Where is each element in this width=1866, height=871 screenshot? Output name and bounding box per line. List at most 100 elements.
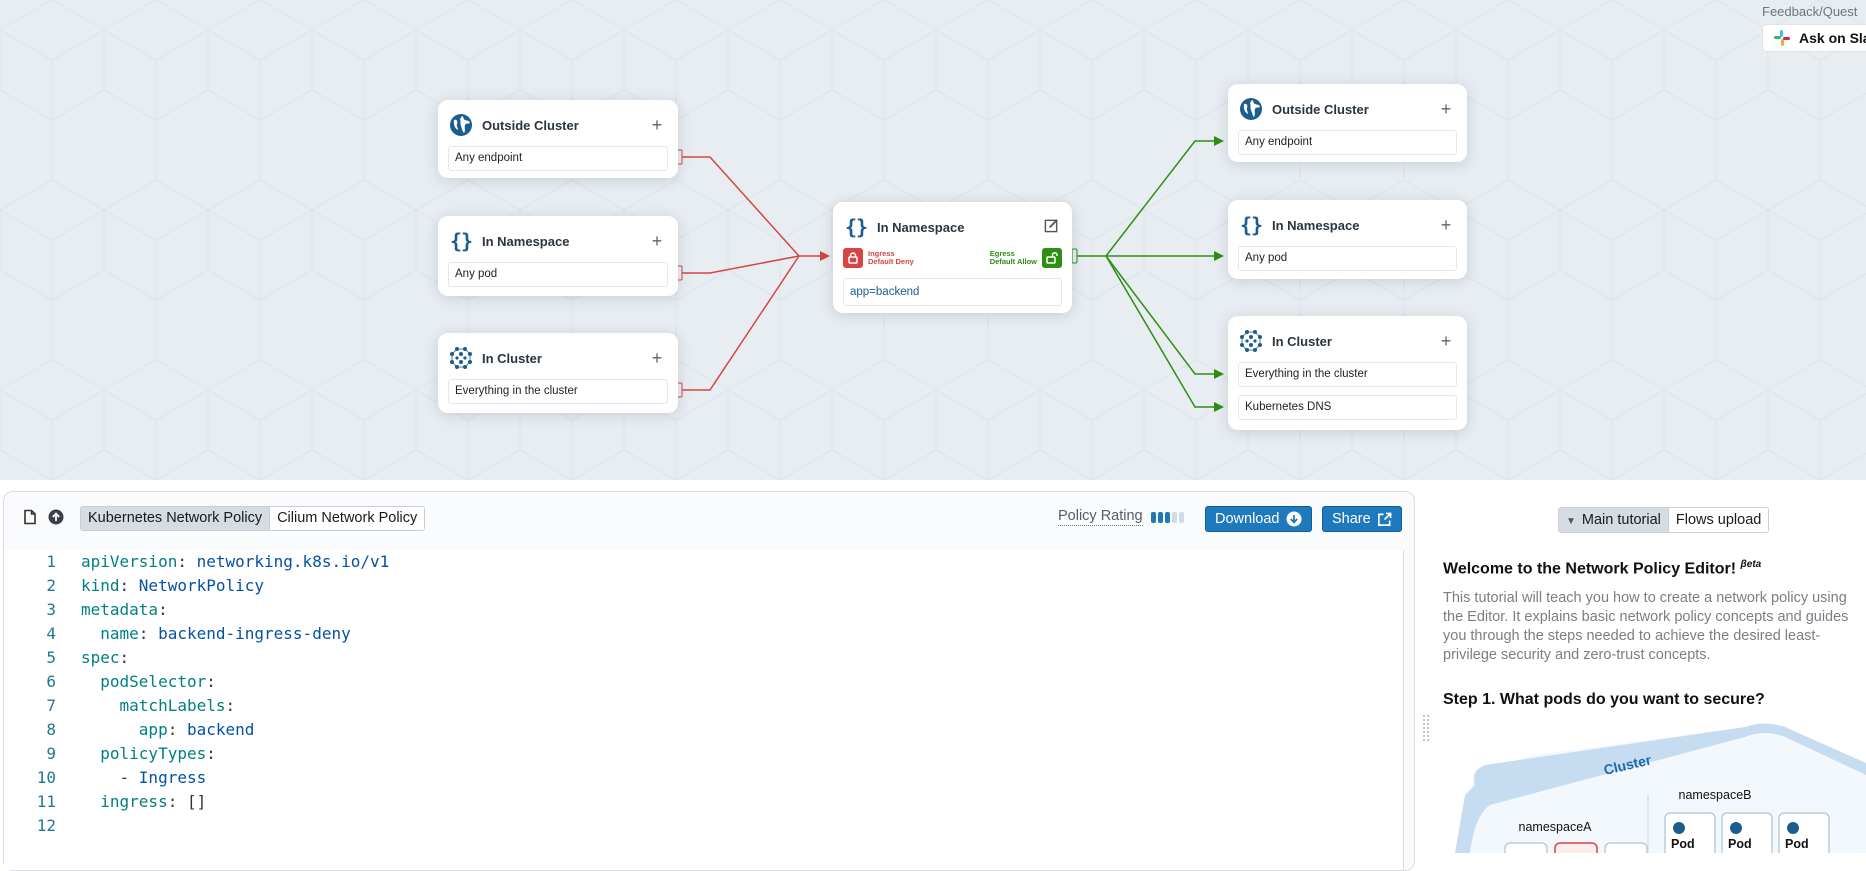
line-content: name: backend-ingress-deny [100, 624, 351, 643]
add-rule-button[interactable]: + [1435, 331, 1457, 352]
ingress-default-deny-toggle[interactable]: Ingress Default Deny [843, 248, 914, 268]
sidebar-resize-handle[interactable] [1423, 715, 1431, 745]
code-line[interactable]: 6 podSelector: [4, 670, 1403, 694]
pod-label: Pod [1785, 837, 1809, 851]
pod-b-1: Pod [1664, 812, 1716, 853]
code-line[interactable]: 2 kind: NetworkPolicy [4, 574, 1403, 598]
card-title: In Namespace [1272, 217, 1360, 233]
namespace-braces-icon: {} [449, 229, 473, 253]
cluster-icon [448, 345, 474, 371]
rule-item[interactable]: Any endpoint [1238, 130, 1457, 155]
illustration-namespace-b: namespaceB [1679, 788, 1752, 802]
ingress-card-outside-cluster[interactable]: Outside Cluster + Any endpoint [438, 100, 678, 178]
edit-icon[interactable] [1040, 217, 1062, 238]
rule-item[interactable]: Any pod [448, 262, 668, 287]
rule-item[interactable]: Kubernetes DNS [1238, 395, 1457, 420]
policy-graph-canvas[interactable]: Outside Cluster + Any endpoint {} In Nam… [0, 0, 1866, 480]
editor-toolbar: Kubernetes Network Policy Cilium Network… [4, 492, 1414, 542]
line-content: ingress: [] [100, 792, 207, 811]
code-line[interactable]: 11 ingress: [] [4, 790, 1403, 814]
cluster-illustration: Cluster namespaceA namespaceB Pod Pod Po… [1455, 723, 1866, 853]
add-rule-button[interactable]: + [646, 348, 668, 369]
add-rule-button[interactable]: + [646, 115, 668, 136]
line-content: spec: [81, 648, 139, 667]
share-button[interactable]: Share [1322, 506, 1402, 532]
code-line[interactable]: 4 name: backend-ingress-deny [4, 622, 1403, 646]
tutorial-step-heading: Step 1. What pods do you want to secure? [1443, 691, 1765, 708]
line-number: 4 [46, 624, 56, 643]
code-editor[interactable]: 1 apiVersion: networking.k8s.io/v1 2 kind: … [4, 550, 1404, 870]
slack-icon [1773, 29, 1791, 47]
card-title: In Namespace [482, 233, 570, 249]
download-button-label: Download [1215, 511, 1280, 527]
code-line[interactable]: 5 spec: [4, 646, 1403, 670]
tab-kubernetes-network-policy[interactable]: Kubernetes Network Policy [81, 507, 271, 530]
namespace-braces-icon: {} [844, 215, 868, 239]
new-file-icon[interactable] [22, 509, 38, 525]
line-content: app: backend [138, 720, 255, 739]
code-line[interactable]: 1 apiVersion: networking.k8s.io/v1 [4, 550, 1403, 574]
ingress-card-in-namespace[interactable]: {} In Namespace + Any pod [438, 216, 678, 296]
tab-flows-upload[interactable]: Flows upload [1668, 508, 1769, 532]
ask-on-slack-button[interactable]: Ask on Sla [1762, 24, 1866, 52]
download-icon [1286, 511, 1302, 527]
code-line[interactable]: 8 app: backend [4, 718, 1403, 742]
policy-rating[interactable]: Policy Rating [1058, 508, 1184, 526]
rule-item[interactable]: Any pod [1238, 246, 1457, 271]
egress-card-in-cluster[interactable]: In Cluster + Everything in the cluster K… [1228, 316, 1467, 430]
tab-cilium-network-policy[interactable]: Cilium Network Policy [270, 507, 425, 530]
tab-main-tutorial[interactable]: ▼ Main tutorial [1559, 508, 1669, 532]
upload-icon[interactable] [48, 509, 64, 525]
line-number: 10 [36, 768, 56, 787]
cluster-icon [1238, 328, 1264, 354]
line-content: apiVersion: networking.k8s.io/v1 [81, 552, 390, 571]
rating-bar-filled [1150, 511, 1156, 523]
rule-item[interactable]: Any endpoint [448, 146, 668, 171]
egress-status: Default Allow [989, 257, 1037, 266]
target-pod-card[interactable]: {} In Namespace Ingress Default Deny Egre… [833, 202, 1072, 313]
pod-label: Pod [1671, 837, 1695, 851]
code-line[interactable]: 3 metadata: [4, 598, 1403, 622]
line-content: kind: NetworkPolicy [81, 576, 265, 595]
yaml-editor-panel: Kubernetes Network Policy Cilium Network… [3, 491, 1415, 871]
rating-bar-filled [1164, 511, 1170, 523]
code-line[interactable]: 9 policyTypes: [4, 742, 1403, 766]
egress-card-in-namespace[interactable]: {} In Namespace + Any pod [1228, 200, 1467, 279]
rating-bar-empty [1178, 511, 1184, 523]
card-title: In Cluster [482, 350, 542, 366]
code-line[interactable]: 10 - Ingress [4, 766, 1403, 790]
slack-button-label: Ask on Sla [1799, 30, 1866, 46]
pod-b-2: Pod [1721, 812, 1773, 853]
add-rule-button[interactable]: + [646, 231, 668, 252]
rule-item[interactable]: Everything in the cluster [448, 379, 668, 404]
download-button[interactable]: Download [1205, 506, 1312, 532]
code-line[interactable]: 7 matchLabels: [4, 694, 1403, 718]
line-number: 2 [46, 576, 56, 595]
add-rule-button[interactable]: + [1435, 99, 1457, 120]
rule-item[interactable]: Everything in the cluster [1238, 362, 1457, 387]
egress-edges [1071, 136, 1224, 412]
ingress-edges [676, 149, 830, 398]
egress-card-outside-cluster[interactable]: Outside Cluster + Any endpoint [1228, 84, 1467, 162]
code-line[interactable]: 12 [4, 814, 1403, 838]
rating-bar-empty [1171, 511, 1177, 523]
pod-selector[interactable]: app=backend [843, 278, 1062, 306]
pod-a-3 [1604, 842, 1648, 853]
line-number: 7 [46, 696, 56, 715]
ingress-edge-outside [682, 156, 800, 257]
pod-a-1 [1504, 842, 1548, 853]
add-rule-button[interactable]: + [1435, 215, 1457, 236]
feedback-label: Feedback/Quest [1762, 4, 1858, 19]
egress-default-allow-toggle[interactable]: Egress Default Allow [990, 248, 1062, 268]
lock-closed-icon [843, 248, 863, 268]
ingress-card-in-cluster[interactable]: In Cluster + Everything in the cluster [438, 333, 678, 413]
external-link-icon [1377, 512, 1392, 527]
share-button-label: Share [1332, 511, 1371, 527]
namespace-braces-icon: {} [1239, 213, 1263, 237]
line-content [56, 814, 81, 838]
beta-badge: βeta [1740, 559, 1762, 570]
card-title: In Namespace [877, 219, 965, 235]
ingress-edge-namespace [682, 255, 800, 274]
pod-label: Pod [1728, 837, 1752, 851]
line-content: matchLabels: [119, 696, 245, 715]
